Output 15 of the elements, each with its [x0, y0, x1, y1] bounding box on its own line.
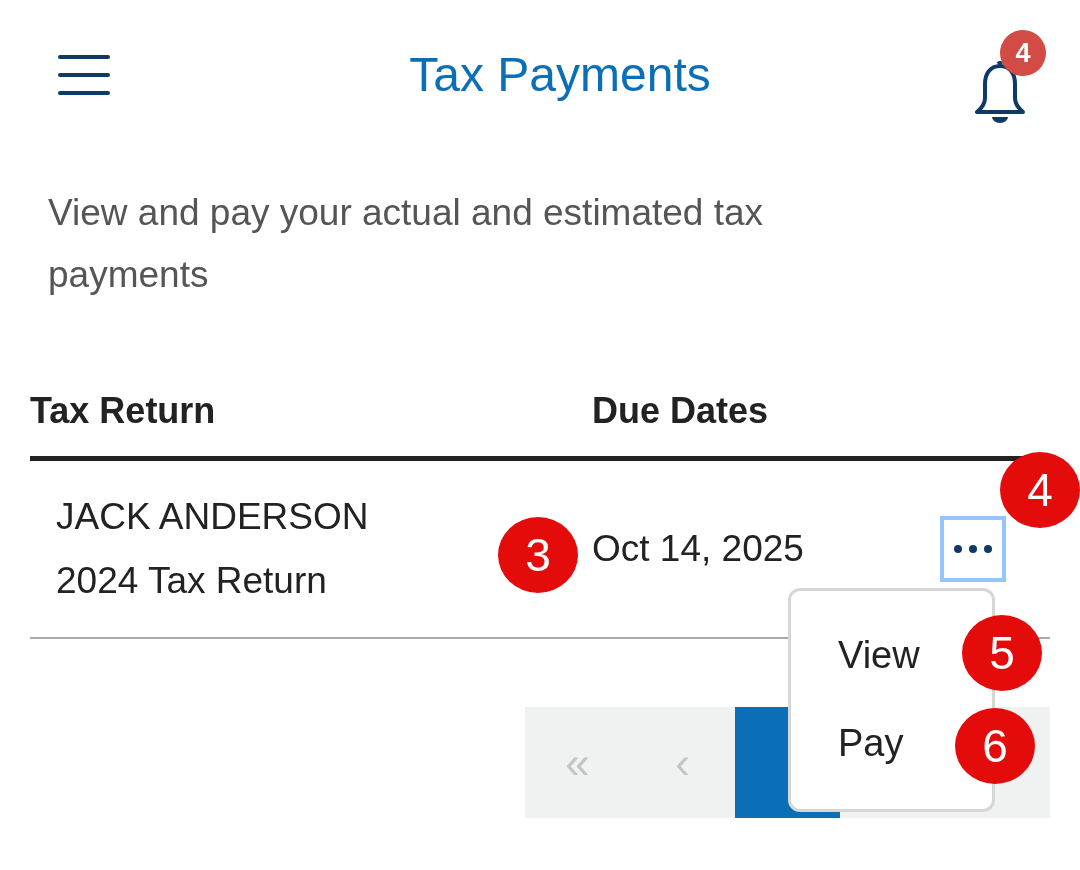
page-title: Tax Payments [408, 47, 712, 104]
menu-button[interactable] [58, 54, 110, 96]
column-header: Tax Return [30, 389, 217, 433]
return-name: 2024 Tax Return [56, 559, 328, 603]
menu-item[interactable]: View [838, 611, 920, 699]
menu-item[interactable]: Pay [838, 699, 904, 787]
column-header: Due Dates [591, 389, 770, 433]
due-date: Oct 14, 2025 [592, 528, 804, 570]
more-actions-button[interactable] [940, 516, 1006, 582]
taxpayer-name: JACK ANDERSON [56, 495, 370, 539]
step-marker: 3 [498, 517, 578, 593]
step-marker: 4 [1000, 452, 1080, 528]
more-icon [953, 544, 993, 554]
page-description: View and pay your actual and estimated tax payments [47, 191, 765, 297]
notification-badge: 4 [1000, 30, 1046, 76]
